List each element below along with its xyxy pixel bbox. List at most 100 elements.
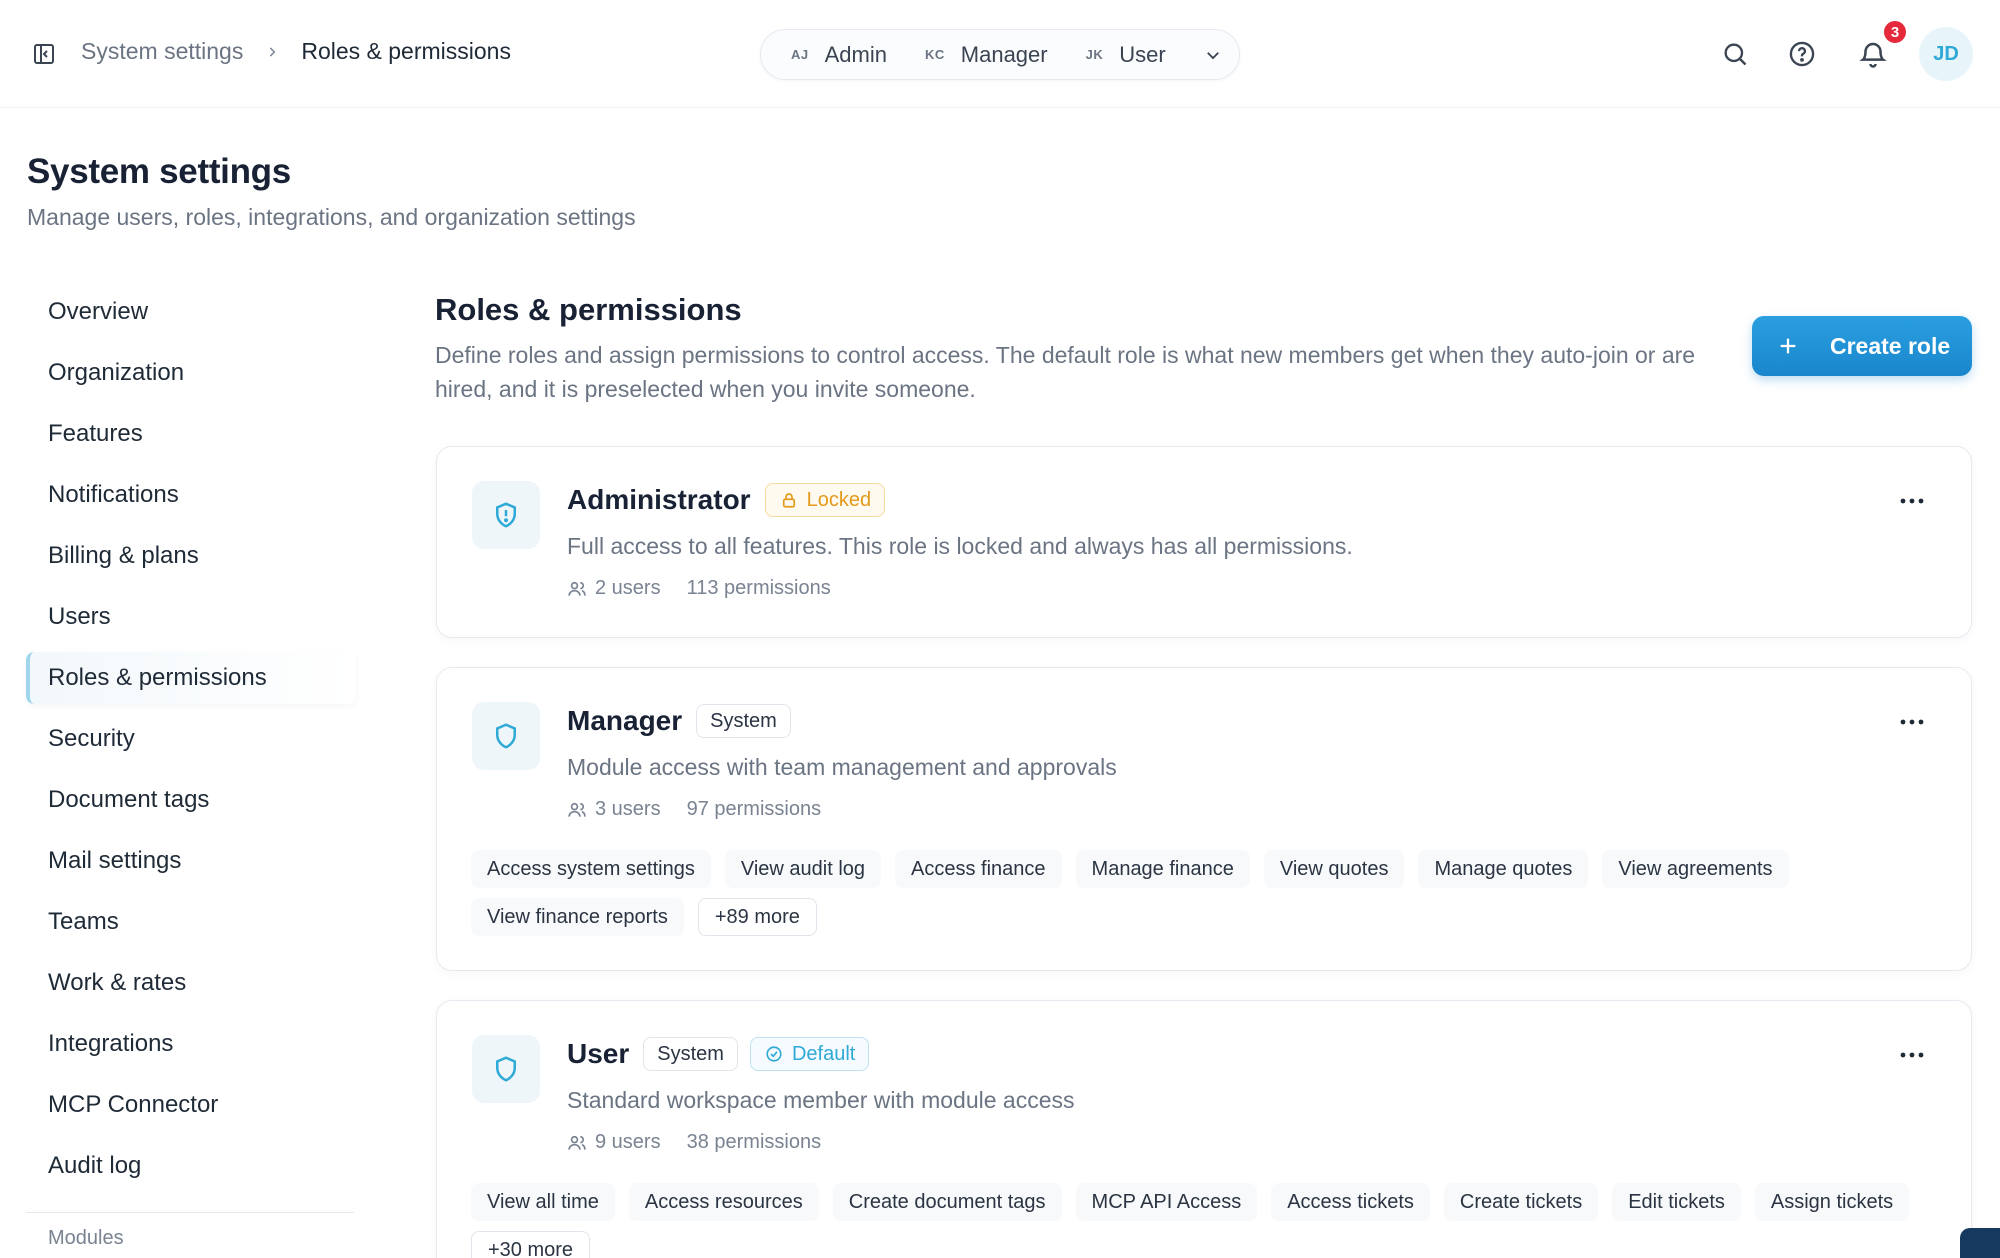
permission-tag: View finance reports [471,898,684,936]
nav-item-billing[interactable]: Billing & plans [26,530,356,582]
plus-icon [1776,334,1800,358]
role-description: Standard workspace member with module ac… [567,1087,1075,1113]
create-role-button[interactable]: Create role [1752,316,1972,376]
permission-tag: Manage finance [1075,850,1250,888]
permission-tag: Manage quotes [1418,850,1589,888]
role-card-user[interactable]: User System Default Standard workspace m… [436,1000,1972,1258]
role-switcher[interactable]: AJ Admin KC Manager JK User [760,29,1240,80]
nav-item-notifications[interactable]: Notifications [26,469,356,521]
nav-item-roles-permissions[interactable]: Roles & permissions [26,652,356,704]
nav-item-security[interactable]: Security [26,713,356,765]
breadcrumb: System settings Roles & permissions [81,38,511,65]
nav-item-teams[interactable]: Teams [26,896,356,948]
nav-item-users[interactable]: Users [26,591,356,643]
sidebar-toggle-icon[interactable] [30,40,58,68]
nav-item-organization[interactable]: Organization [26,347,356,399]
role-card-manager[interactable]: Manager System Module access with team m… [436,667,1972,971]
more-options-icon[interactable] [1897,1045,1927,1065]
permission-tag: Access tickets [1271,1183,1430,1221]
permission-tags: Access system settings View audit log Ac… [471,850,1941,946]
role-name: Administrator [567,484,751,515]
create-role-label: Create role [1830,332,1951,359]
bell-icon[interactable] [1857,38,1889,70]
role-name: Admin [824,41,887,67]
floating-help-button[interactable] [1960,1228,2000,1258]
shield-alert-icon [472,481,540,549]
users-icon [567,578,589,600]
permission-tags: View all time Access resources Create do… [471,1183,1941,1258]
permission-tag: Assign tickets [1754,1183,1910,1221]
system-badge: System [643,1037,738,1071]
default-badge-label: Default [791,1042,856,1065]
role-card-administrator[interactable]: Administrator Locked Full access to all … [436,446,1972,638]
permission-tag: Create tickets [1443,1183,1599,1221]
role-card-head: Manager System [567,704,803,738]
role-meta: 9 users 38 permissions [567,1131,821,1154]
breadcrumb-root-link[interactable]: System settings [81,38,243,65]
role-card-head: Administrator Locked [567,483,897,517]
page-subtitle: Manage users, roles, integrations, and o… [27,204,636,230]
shield-icon [472,702,540,770]
role-permissions-count: 38 permissions [686,1131,822,1153]
permission-tag: Access finance [895,850,1062,888]
notification-badge: 3 [1882,19,1908,45]
role-description: Module access with team management and a… [567,754,1117,780]
locked-badge: Locked [764,483,886,517]
permission-tag: Create document tags [832,1183,1062,1221]
locked-badge-label: Locked [806,488,872,511]
role-description: Full access to all features. This role i… [567,533,1353,559]
system-badge: System [696,704,791,738]
nav-item-work-rates[interactable]: Work & rates [26,957,356,1009]
nav-item-overview[interactable]: Overview [26,286,356,338]
nav-section-modules: Modules [48,1227,124,1249]
role-name: User [567,1038,630,1069]
role-meta: 3 users 97 permissions [567,798,821,821]
role-permissions-count: 113 permissions [686,577,831,599]
chevron-right-icon [265,45,279,59]
role-permissions-count: 97 permissions [686,798,822,820]
users-icon [567,1132,589,1154]
avatar[interactable]: JD [1919,27,1973,81]
page-title: System settings [27,152,291,191]
nav-item-mail-settings[interactable]: Mail settings [26,835,356,887]
more-permissions-button[interactable]: +30 more [471,1231,591,1258]
more-options-icon[interactable] [1897,491,1927,511]
nav-item-audit-log[interactable]: Audit log [26,1140,356,1192]
check-circle-icon [764,1044,784,1064]
more-options-icon[interactable] [1897,712,1927,732]
role-switch-user[interactable]: JK User [1086,42,1166,68]
nav-item-mcp-connector[interactable]: MCP Connector [26,1079,356,1131]
nav-item-document-tags[interactable]: Document tags [26,774,356,826]
permission-tag: View agreements [1602,850,1789,888]
role-users-count: 9 users [595,1131,661,1153]
search-icon[interactable] [1719,38,1751,70]
shield-icon [472,1035,540,1103]
permission-tag: Access resources [628,1183,819,1221]
default-badge: Default [749,1037,870,1071]
lock-icon [779,490,799,510]
role-users-count: 2 users [595,577,661,599]
nav-item-features[interactable]: Features [26,408,356,460]
role-meta: 2 users 113 permissions [567,577,831,600]
role-name: Manager [567,705,683,736]
breadcrumb-current: Roles & permissions [301,38,511,64]
role-switch-manager[interactable]: KC Manager [925,42,1048,68]
role-initials: KC [924,47,945,62]
permission-tag: View all time [471,1183,615,1221]
section-description: Define roles and assign permissions to c… [435,342,1696,402]
nav-item-integrations[interactable]: Integrations [26,1018,356,1070]
role-initials: AJ [791,47,809,62]
users-icon [567,799,589,821]
role-name: User [1119,41,1166,67]
role-card-head: User System Default [567,1037,881,1071]
more-permissions-button[interactable]: +89 more [697,898,817,936]
chevron-down-icon[interactable] [1201,43,1225,67]
role-initials: JK [1085,47,1104,62]
permission-tag: Edit tickets [1612,1183,1741,1221]
help-icon[interactable] [1786,38,1818,70]
nav-divider [26,1212,354,1213]
permission-tag: MCP API Access [1075,1183,1258,1221]
permission-tag: View quotes [1263,850,1405,888]
role-users-count: 3 users [595,798,661,820]
role-switch-admin[interactable]: AJ Admin [791,42,887,68]
